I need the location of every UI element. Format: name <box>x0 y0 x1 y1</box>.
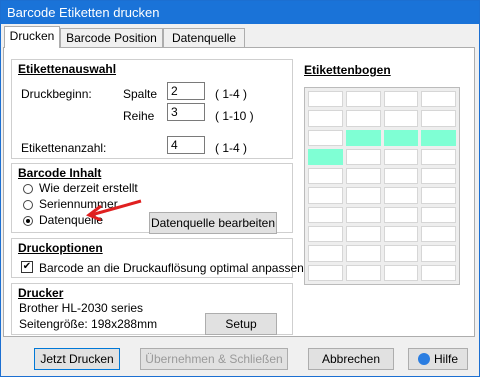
druckbeginn-label: Druckbeginn: <box>21 87 92 101</box>
label-cell[interactable] <box>308 245 343 262</box>
printer-name: Brother HL-2030 series <box>19 301 144 315</box>
label-cell[interactable] <box>383 110 419 127</box>
spalte-range: ( 1-4 ) <box>215 87 248 101</box>
label-cell[interactable] <box>383 187 419 204</box>
label-cell[interactable] <box>345 226 381 243</box>
spalte-field[interactable]: 2 <box>167 82 205 100</box>
tab-drucken-label: Drucken <box>9 29 55 43</box>
label-cell[interactable] <box>421 187 456 204</box>
datenquelle-bearbeiten-button[interactable]: Datenquelle bearbeiten <box>149 212 277 234</box>
label-cell[interactable] <box>383 245 419 262</box>
radio-seriennummer[interactable] <box>23 200 33 210</box>
label-cell[interactable] <box>345 187 381 204</box>
apply-close-button[interactable]: Übernehmen & Schließen <box>140 348 288 370</box>
setup-button[interactable]: Setup <box>205 313 277 335</box>
print-now-button[interactable]: Jetzt Drucken <box>34 348 120 370</box>
label-cell[interactable] <box>308 110 343 127</box>
label-cell[interactable] <box>345 206 381 224</box>
tab-barcode-position-label: Barcode Position <box>66 31 157 45</box>
label-cell[interactable] <box>421 91 456 108</box>
etikettenanzahl-label: Etikettenanzahl: <box>21 141 107 155</box>
label-cell[interactable] <box>421 206 456 224</box>
cancel-button[interactable]: Abbrechen <box>308 348 394 370</box>
reihe-range: ( 1-10 ) <box>215 109 254 123</box>
label-cell[interactable] <box>421 129 456 146</box>
label-cell[interactable] <box>421 226 456 243</box>
help-label: Hilfe <box>433 352 458 366</box>
label-cell[interactable] <box>345 168 381 185</box>
globe-icon <box>417 353 430 365</box>
label-cell[interactable] <box>308 226 343 243</box>
radio-datenquelle[interactable] <box>23 216 33 226</box>
label-cell[interactable] <box>383 206 419 224</box>
tab-barcode-position[interactable]: Barcode Position <box>60 28 163 48</box>
page-size: Seitengröße: 198x288mm <box>19 317 158 331</box>
dialog-window: Barcode Etiketten drucken Drucken Barcod… <box>0 0 480 377</box>
label-cell[interactable] <box>383 91 419 108</box>
label-cell[interactable] <box>308 206 343 224</box>
tab-datenquelle[interactable]: Datenquelle <box>163 28 245 48</box>
label-cell[interactable] <box>383 129 419 146</box>
label-cell[interactable] <box>421 168 456 185</box>
reihe-field[interactable]: 3 <box>167 103 205 121</box>
label-cell[interactable] <box>383 226 419 243</box>
label-cell[interactable] <box>308 148 343 166</box>
optimize-checkbox-label: Barcode an die Druckauflösung optimal an… <box>39 261 304 275</box>
label-cell[interactable] <box>308 264 343 281</box>
label-cell[interactable] <box>345 91 381 108</box>
label-cell[interactable] <box>421 245 456 262</box>
label-cell[interactable] <box>421 264 456 281</box>
label-cell[interactable] <box>308 129 343 146</box>
label-cell[interactable] <box>345 148 381 166</box>
etikettenanzahl-field[interactable]: 4 <box>167 136 205 154</box>
group-title: Etikettenauswahl <box>18 62 117 76</box>
label-cell[interactable] <box>383 264 419 281</box>
etikettenanzahl-range: ( 1-4 ) <box>215 141 248 155</box>
radio-wie-derzeit-label: Wie derzeit erstellt <box>39 181 138 195</box>
label-cell[interactable] <box>308 168 343 185</box>
label-cell[interactable] <box>421 148 456 166</box>
tab-drucken[interactable]: Drucken <box>4 26 60 48</box>
label-cell[interactable] <box>421 110 456 127</box>
group-title: Barcode Inhalt <box>18 166 102 180</box>
etikettenbogen-title: Etikettenbogen <box>304 63 391 77</box>
label-cell[interactable] <box>308 91 343 108</box>
group-title: Druckoptionen <box>18 241 103 255</box>
label-cell[interactable] <box>345 245 381 262</box>
reihe-label: Reihe <box>123 109 155 123</box>
label-cell[interactable] <box>345 110 381 127</box>
spalte-label: Spalte <box>123 87 158 101</box>
label-cell[interactable] <box>383 148 419 166</box>
tab-datenquelle-label: Datenquelle <box>171 31 237 45</box>
optimize-checkbox[interactable]: ✔ <box>21 261 33 273</box>
label-sheet-grid[interactable] <box>304 87 460 285</box>
red-arrow-icon <box>86 199 142 222</box>
radio-wie-derzeit[interactable] <box>23 184 33 194</box>
group-title: Drucker <box>18 286 64 300</box>
label-cell[interactable] <box>308 187 343 204</box>
label-cell[interactable] <box>345 129 381 146</box>
label-cell[interactable] <box>383 168 419 185</box>
help-button[interactable]: Hilfe <box>408 348 468 370</box>
label-cell[interactable] <box>345 264 381 281</box>
title-bar: Barcode Etiketten drucken <box>1 1 479 24</box>
window-title: Barcode Etiketten drucken <box>7 5 160 20</box>
